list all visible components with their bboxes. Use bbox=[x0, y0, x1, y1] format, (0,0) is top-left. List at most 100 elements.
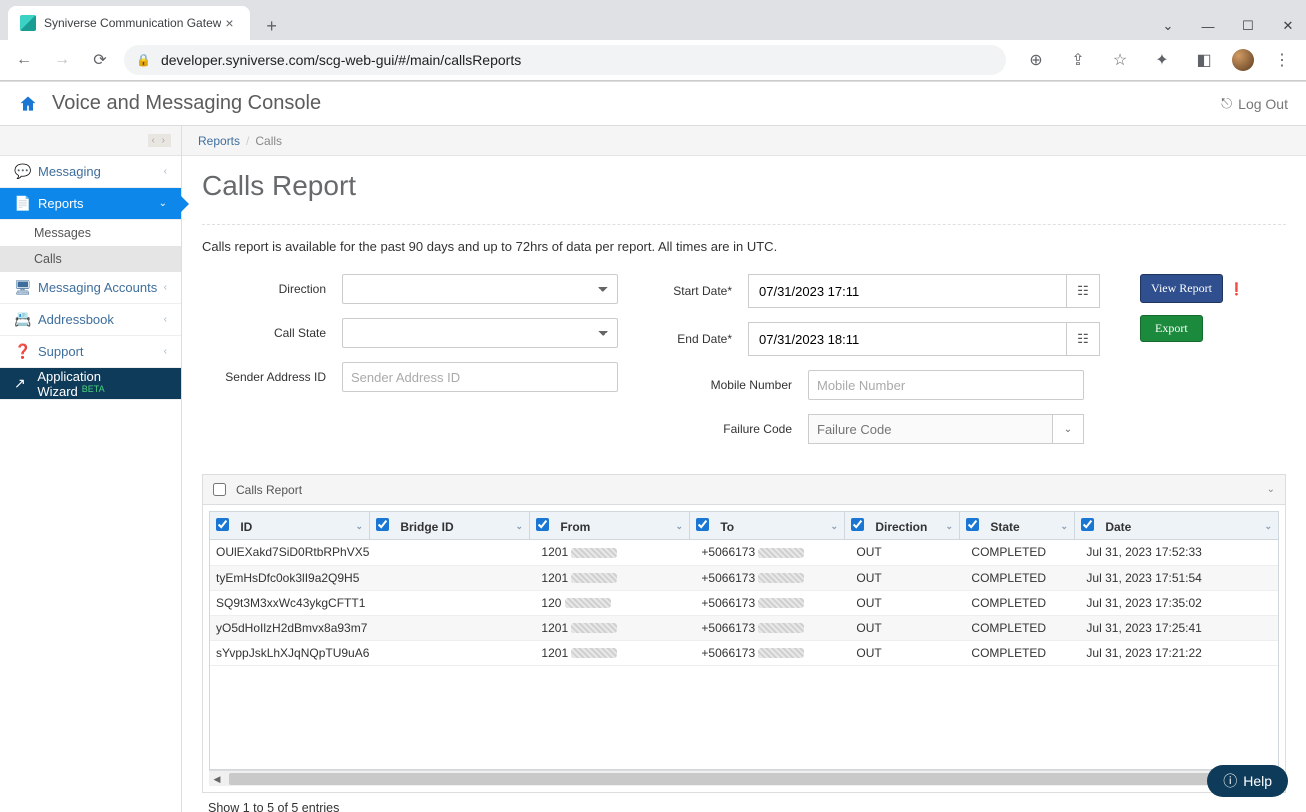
sort-icon[interactable]: ⌄ bbox=[1264, 521, 1272, 532]
logout-link[interactable]: ⎋ Log Out bbox=[1221, 95, 1288, 112]
cell: +5066173 bbox=[695, 540, 850, 565]
direction-label: Direction bbox=[202, 282, 342, 296]
sidebar-item-reports[interactable]: 📄 Reports ⌄ bbox=[0, 188, 181, 220]
sidebar-subitem-messages[interactable]: Messages bbox=[0, 220, 181, 246]
breadcrumb-root[interactable]: Reports bbox=[198, 134, 240, 148]
address-bar[interactable]: 🔒 developer.syniverse.com/scg-web-gui/#/… bbox=[124, 45, 1006, 75]
col-id[interactable]: ID⌄ bbox=[210, 512, 370, 540]
table-row[interactable]: OUlEXakd7SiD0RtbRPhVX51201 +5066173 OUTC… bbox=[210, 540, 1278, 565]
table-row[interactable]: sYvppJskLhXJqNQpTU9uA61201 +5066173 OUTC… bbox=[210, 640, 1278, 665]
panel-checkbox[interactable] bbox=[213, 483, 226, 496]
end-date-picker-icon[interactable]: ☷ bbox=[1066, 322, 1100, 356]
new-tab-button[interactable]: + bbox=[258, 12, 286, 40]
minimize-icon[interactable]: — bbox=[1194, 12, 1222, 40]
sidebar-subitem-calls[interactable]: Calls bbox=[0, 246, 181, 272]
close-tab-icon[interactable]: × bbox=[221, 15, 237, 31]
scroll-left-icon[interactable]: ◀ bbox=[209, 771, 225, 787]
failure-code-caret-icon[interactable]: ⌄ bbox=[1052, 414, 1084, 444]
panel-collapse-icon[interactable]: ⌄ bbox=[1267, 484, 1275, 495]
close-window-icon[interactable]: ✕ bbox=[1274, 12, 1302, 40]
cell: Jul 31, 2023 17:25:41 bbox=[1080, 615, 1278, 640]
start-date-input[interactable] bbox=[748, 274, 1066, 308]
sidebar-item-application-wizard[interactable]: ↗ Application WizardBETA bbox=[0, 368, 181, 400]
sort-icon[interactable]: ⌄ bbox=[355, 521, 363, 532]
table-row[interactable]: SQ9t3M3xxWc43ykgCFTT1120 +5066173 OUTCOM… bbox=[210, 590, 1278, 615]
zoom-icon[interactable]: ⊕ bbox=[1022, 46, 1050, 74]
redacted bbox=[565, 598, 611, 608]
sidebar-item-messaging-accounts[interactable]: 🖥 Messaging Accounts ‹ bbox=[0, 272, 181, 304]
logout-label: Log Out bbox=[1238, 96, 1288, 112]
cell: OUT bbox=[850, 565, 965, 590]
extensions-icon[interactable]: ✦ bbox=[1148, 46, 1176, 74]
table-row[interactable]: tyEmHsDfc0ok3lI9a2Q9H51201 +5066173 OUTC… bbox=[210, 565, 1278, 590]
table-info: Show 1 to 5 of 5 entries bbox=[202, 801, 1286, 812]
chevron-icon: ⌄ bbox=[159, 198, 167, 209]
panel-title: Calls Report bbox=[236, 483, 302, 497]
sidebar-item-support[interactable]: ❓ Support ‹ bbox=[0, 336, 181, 368]
kebab-menu-icon[interactable]: ⋮ bbox=[1268, 46, 1296, 74]
col-checkbox[interactable] bbox=[376, 518, 389, 531]
tab-strip: Syniverse Communication Gatew × + ⌄ — ☐ … bbox=[0, 0, 1306, 40]
chevron-down-icon[interactable]: ⌄ bbox=[1154, 12, 1182, 40]
sort-icon[interactable]: ⌄ bbox=[830, 521, 838, 532]
col-state[interactable]: State⌄ bbox=[960, 512, 1075, 540]
browser-chrome: Syniverse Communication Gatew × + ⌄ — ☐ … bbox=[0, 0, 1306, 81]
profile-avatar[interactable] bbox=[1232, 49, 1254, 71]
maximize-icon[interactable]: ☐ bbox=[1234, 12, 1262, 40]
sort-icon[interactable]: ⌄ bbox=[515, 521, 523, 532]
col-checkbox[interactable] bbox=[536, 518, 549, 531]
start-date-picker-icon[interactable]: ☷ bbox=[1066, 274, 1100, 308]
table-row[interactable]: yO5dHoIlzH2dBmvx8a93m71201 +5066173 OUTC… bbox=[210, 615, 1278, 640]
export-button[interactable]: Export bbox=[1140, 315, 1203, 342]
sort-icon[interactable]: ⌄ bbox=[1060, 521, 1068, 532]
scroll-thumb[interactable] bbox=[229, 773, 1259, 785]
browser-tab[interactable]: Syniverse Communication Gatew × bbox=[8, 6, 250, 40]
sidebar-history-arrows[interactable]: ‹ › bbox=[148, 134, 171, 147]
table-hscroll[interactable]: ◀ ▶ bbox=[209, 770, 1279, 786]
col-direction[interactable]: Direction⌄ bbox=[845, 512, 960, 540]
cell bbox=[375, 590, 535, 615]
cell bbox=[375, 640, 535, 665]
sort-icon[interactable]: ⌄ bbox=[675, 521, 683, 532]
reload-button[interactable]: ⟳ bbox=[86, 46, 114, 74]
cell: COMPLETED bbox=[965, 565, 1080, 590]
sidebar-item-label: Application WizardBETA bbox=[37, 369, 167, 399]
share-icon[interactable]: ⇪ bbox=[1064, 46, 1092, 74]
sidebar-item-messaging[interactable]: 💬 Messaging ‹ bbox=[0, 156, 181, 188]
home-icon[interactable] bbox=[18, 94, 38, 114]
col-bridge-id[interactable]: Bridge ID⌄ bbox=[370, 512, 530, 540]
cell: +5066173 bbox=[695, 615, 850, 640]
table-panel: Calls Report ⌄ ID⌄ Bridge ID⌄ From⌄ To⌄ … bbox=[202, 474, 1286, 793]
col-date[interactable]: Date⌄ bbox=[1075, 512, 1279, 540]
forward-button[interactable]: → bbox=[48, 46, 76, 74]
col-checkbox[interactable] bbox=[1081, 518, 1094, 531]
col-checkbox[interactable] bbox=[696, 518, 709, 531]
call-state-select[interactable] bbox=[342, 318, 618, 348]
cell: Jul 31, 2023 17:35:02 bbox=[1080, 590, 1278, 615]
direction-select[interactable] bbox=[342, 274, 618, 304]
col-checkbox[interactable] bbox=[851, 518, 864, 531]
call-state-label: Call State bbox=[202, 326, 342, 340]
col-from[interactable]: From⌄ bbox=[530, 512, 690, 540]
sender-id-label: Sender Address ID bbox=[202, 370, 342, 384]
sidebar-item-addressbook[interactable]: 📇 Addressbook ‹ bbox=[0, 304, 181, 336]
sort-icon[interactable]: ⌄ bbox=[945, 521, 953, 532]
mobile-input[interactable] bbox=[808, 370, 1084, 400]
bookmark-icon[interactable]: ☆ bbox=[1106, 46, 1134, 74]
sender-id-input[interactable] bbox=[342, 362, 618, 392]
end-date-label: End Date* bbox=[658, 332, 748, 346]
col-checkbox[interactable] bbox=[966, 518, 979, 531]
col-to[interactable]: To⌄ bbox=[690, 512, 845, 540]
help-button[interactable]: ⓘ Help bbox=[1207, 765, 1288, 797]
view-report-button[interactable]: View Report bbox=[1140, 274, 1223, 303]
redacted bbox=[571, 648, 617, 658]
doc-icon: 📄 bbox=[14, 195, 32, 212]
col-checkbox[interactable] bbox=[216, 518, 229, 531]
chevron-icon: ‹ bbox=[164, 346, 167, 357]
end-date-input[interactable] bbox=[748, 322, 1066, 356]
sidepanel-icon[interactable]: ◧ bbox=[1190, 46, 1218, 74]
failure-code-select[interactable] bbox=[808, 414, 1052, 444]
back-button[interactable]: ← bbox=[10, 46, 38, 74]
table-viewport[interactable]: OUlEXakd7SiD0RtbRPhVX51201 +5066173 OUTC… bbox=[209, 540, 1279, 770]
filters: Direction Call State Sender Address ID bbox=[202, 274, 1286, 444]
